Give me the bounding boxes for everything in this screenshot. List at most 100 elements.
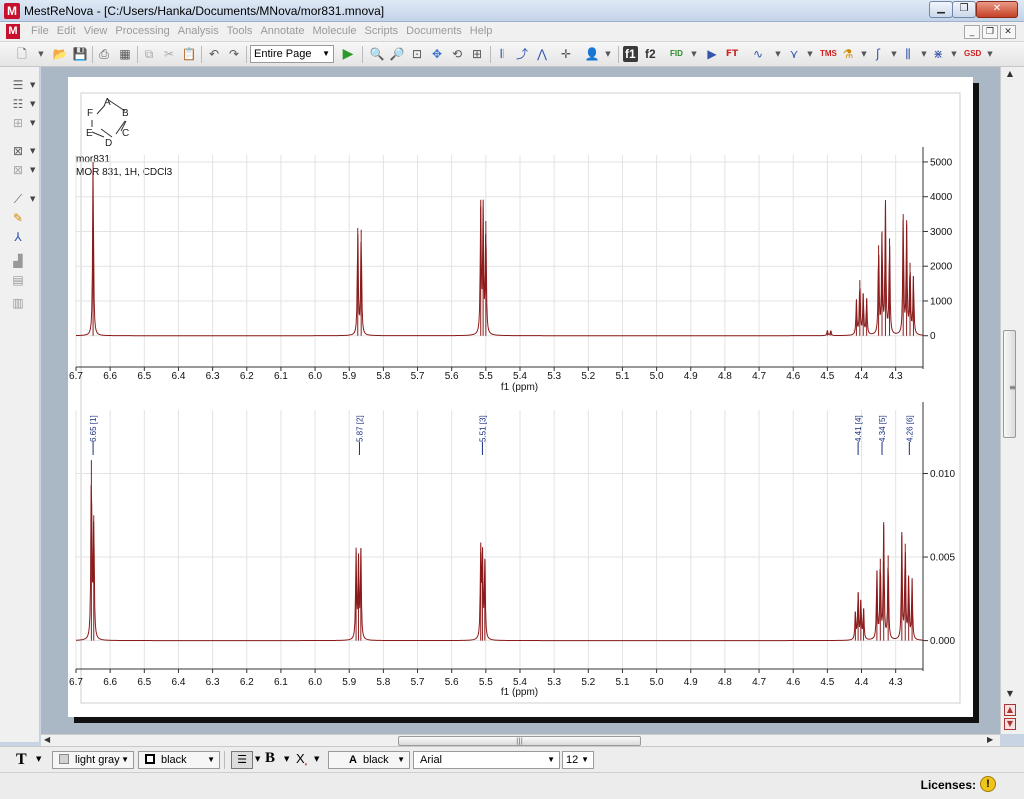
fid-dropdown-arrow[interactable]: ▼ [686,46,702,62]
baseline-dropdown-arrow[interactable]: ▼ [770,46,786,62]
list-indent-icon[interactable]: ☷ [9,96,27,112]
menu-documents[interactable]: Documents [405,25,469,37]
user-icon[interactable]: 👤 [584,46,600,62]
page-zoom-select[interactable]: Entire Page ▼ [250,45,334,63]
next-page-icon[interactable]: ▼ [1004,718,1016,730]
cut-icon[interactable]: ✂ [161,46,177,62]
line-color-select[interactable]: black ▼ [138,751,220,769]
fid-button[interactable]: FID [668,46,685,62]
stacked-spectra-icon[interactable]: ⫼ [900,46,916,62]
palette-icon[interactable]: ✎ [9,210,27,226]
crosshair-icon[interactable]: ✛ [558,46,574,62]
scroll-down-icon[interactable]: ▼ [1004,689,1016,698]
phase-correction-icon[interactable]: ▶ [704,46,720,62]
previous-page-icon[interactable]: ▲ [1004,704,1016,716]
close-button[interactable]: ✕ [976,1,1018,18]
list-align-icon[interactable]: ☰ [9,77,27,93]
scroll-right-icon[interactable]: ▶ [987,735,993,744]
subscript-dropdown-arrow[interactable]: ▼ [314,755,319,763]
deconvolution-dropdown-arrow[interactable]: ▼ [946,46,962,62]
mdi-restore-button[interactable]: ❐ [982,25,998,39]
font-name-select[interactable]: Arial ▼ [413,751,560,769]
paste-icon[interactable]: 📋 [181,46,197,62]
save-icon[interactable]: 💾 [72,46,88,62]
redo-icon[interactable]: ↷ [226,46,242,62]
pan-icon[interactable]: ✥ [429,46,445,62]
menu-file[interactable]: File [30,25,56,37]
cross-zoom-icon[interactable]: ⊠ [9,162,27,178]
print-icon[interactable]: ⎙ [96,46,112,62]
font-size-select[interactable]: 12 ▼ [562,751,594,769]
peak-marker-icon[interactable]: ⅄ [9,229,27,245]
menu-edit[interactable]: Edit [56,25,83,37]
menu-tools[interactable]: Tools [226,25,260,37]
multiplet-icon[interactable]: ⋀ [534,46,550,62]
baseline-icon[interactable]: ∿ [750,46,766,62]
j-analysis-icon[interactable]: ʃ [870,46,886,62]
draw-line-dropdown-arrow[interactable]: ▼ [30,195,35,203]
new-document-icon[interactable]: 🗋 [14,46,30,62]
maximize-button[interactable]: ❐ [952,1,976,18]
mdi-minimize-button[interactable]: _ [964,25,980,39]
list-indent-dropdown-arrow[interactable]: ▼ [30,100,35,108]
zoom-in-icon[interactable]: 🔍 [369,46,385,62]
fill-color-select[interactable]: light gray ▼ [52,751,134,769]
horizontal-scroll-thumb[interactable]: ||| [398,736,641,746]
menu-view[interactable]: View [83,25,115,37]
text-tool-button[interactable]: T [16,751,27,769]
list-align-dropdown-arrow[interactable]: ▼ [30,81,35,89]
bold-dropdown-arrow[interactable]: ▼ [284,755,289,763]
menu-help[interactable]: Help [469,25,500,37]
spectrum-canvas[interactable]: A B C D E F mor831 MOR 831, 1H, CDCl3 6.… [68,77,973,717]
fit-to-page-icon[interactable]: ⊡ [409,46,425,62]
grid-icon[interactable]: ⊞ [9,115,27,131]
fourier-transform-icon[interactable]: FT [724,46,740,62]
menu-annotate[interactable]: Annotate [259,25,311,37]
gsd-dropdown-arrow[interactable]: ▼ [982,46,998,62]
histogram-icon[interactable]: ▟ [9,253,27,269]
integration-icon[interactable]: ⤴ [514,46,530,62]
align-left-button[interactable]: ☰ [231,751,253,769]
solvent-icon[interactable]: ⚗ [840,46,856,62]
scroll-left-icon[interactable]: ◀ [44,735,50,744]
play-icon[interactable]: ▶ [340,46,356,62]
user-dropdown-arrow[interactable]: ▼ [600,46,616,62]
minimize-button[interactable]: ▁ [929,1,953,18]
undo-icon[interactable]: ↶ [206,46,222,62]
grid-dropdown-arrow[interactable]: ▼ [30,119,35,127]
bold-button[interactable]: B [265,750,275,767]
gsd-button[interactable]: GSD [962,46,983,62]
mdi-close-button[interactable]: ✕ [1000,25,1016,39]
tms-reference-button[interactable]: TMS [818,46,839,62]
menu-molecule[interactable]: Molecule [311,25,363,37]
deconvolution-icon[interactable]: ⋇ [930,46,946,62]
align-dropdown-arrow[interactable]: ▼ [255,755,260,763]
document-icon[interactable]: M [6,24,20,39]
zoom-out-icon[interactable]: 🔎 [389,46,405,62]
draw-line-icon[interactable]: ⟋ [9,191,27,207]
font-color-select[interactable]: Ablack ▼ [328,751,410,769]
cross-select-icon[interactable]: ⊠ [9,143,27,159]
cross-select-dropdown-arrow[interactable]: ▼ [30,147,35,155]
vertical-scrollbar[interactable]: ▲ ≡ ▼ ▲ ▼ [1000,67,1024,734]
license-warning-icon[interactable]: ! [980,776,996,792]
peak-picking-icon[interactable]: 𝄃 [494,46,510,62]
f1-axis-button[interactable]: f1 [623,46,638,62]
horizontal-scrollbar[interactable]: ◀ ||| ▶ [41,734,1000,746]
vertical-scroll-thumb[interactable]: ≡ [1003,330,1016,438]
full-spectrum-icon[interactable]: ⟲ [449,46,465,62]
apodization-icon[interactable]: ⋎ [786,46,802,62]
copy-icon[interactable]: ⧉ [141,46,157,62]
apodization-dropdown-arrow[interactable]: ▼ [802,46,818,62]
menu-scripts[interactable]: Scripts [364,25,406,37]
zoom-history-icon[interactable]: ⊞ [469,46,485,62]
report-icon[interactable]: ▥ [9,295,27,311]
scroll-up-icon[interactable]: ▲ [1004,69,1016,78]
f2-axis-button[interactable]: f2 [643,46,658,62]
cross-zoom-dropdown-arrow[interactable]: ▼ [30,166,35,174]
menu-processing[interactable]: Processing [114,25,176,37]
menu-analysis[interactable]: Analysis [177,25,226,37]
print-preview-icon[interactable]: ▦ [117,46,133,62]
subscript-button[interactable]: X▪ [296,751,307,769]
bar-chart-icon[interactable]: ▤ [9,272,27,288]
